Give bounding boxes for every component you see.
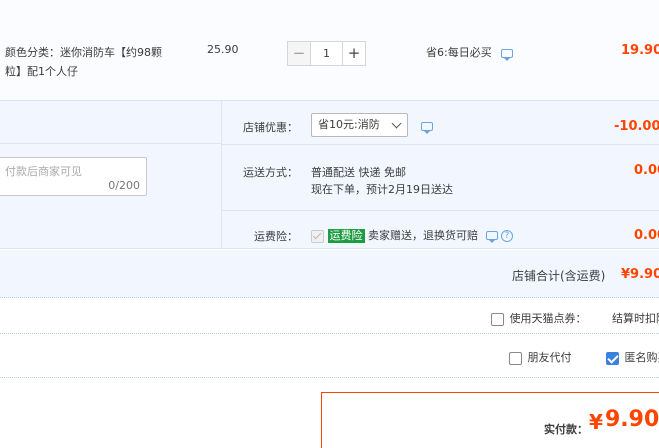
tmall-points-checkbox[interactable]	[491, 312, 504, 326]
tmall-points-label: 使用天猫点券：	[509, 312, 587, 325]
shipping-eta: 现在下单，预计2月19日送达	[311, 183, 453, 196]
chat-icon[interactable]	[421, 122, 433, 134]
sku-description: 颜色分类：迷你消防车【约98颗 粒】配1个人仔	[5, 43, 175, 81]
sku-line-2: 粒】配1个人仔	[5, 65, 78, 78]
friend-pay-label: 朋友代付	[527, 351, 572, 364]
divider	[221, 144, 659, 145]
chat-icon[interactable]	[501, 49, 514, 61]
coupon-select-value: 省10元:消防	[318, 118, 380, 131]
pay-label: 实付款：	[544, 423, 588, 436]
insurance-amount: 0.00	[634, 228, 659, 243]
promo-text: 省6:每日必买	[426, 46, 492, 59]
insurance-desc: 卖家赠送，退换货可赔	[368, 229, 478, 242]
divider	[221, 210, 659, 211]
friend-pay-checkbox[interactable]	[509, 351, 522, 365]
chevron-down-icon	[391, 118, 402, 129]
coupon-label: 店铺优惠：	[243, 121, 298, 134]
seller-memo-field[interactable]: 付款后商家可见 0/200	[0, 157, 147, 196]
tmall-points-option[interactable]: 使用天猫点券：	[491, 310, 587, 326]
friend-pay-option[interactable]: 朋友代付	[509, 349, 572, 365]
memo-placeholder: 付款后商家可见	[5, 165, 82, 178]
qty-plus-button[interactable]: +	[342, 41, 366, 66]
anonymous-checkbox[interactable]	[606, 351, 619, 365]
panel-divider	[221, 101, 222, 249]
insurance-info: 运费险 卖家赠送，退换货可赔 ?	[311, 227, 513, 243]
quantity-stepper: − 1 +	[287, 41, 366, 66]
unit-price: 25.90	[207, 43, 239, 56]
tmall-points-note: 结算时扣除	[612, 312, 659, 325]
insurance-tag: 运费险	[327, 229, 365, 243]
promo-info: 省6:每日必买	[426, 44, 514, 61]
coupon-amount: -10.00	[614, 119, 659, 134]
pay-currency: ¥	[589, 410, 603, 434]
subtotal-label: 店铺合计(含运费)	[512, 269, 606, 283]
divider	[0, 333, 659, 334]
chat-icon[interactable]	[485, 231, 498, 243]
shipping-label: 运送方式：	[243, 166, 298, 179]
help-icon[interactable]: ?	[501, 230, 513, 242]
divider	[0, 377, 659, 378]
anonymous-option[interactable]: 匿名购买	[606, 349, 659, 365]
pay-amount: 9.90	[605, 407, 659, 432]
insurance-label: 运费险：	[254, 230, 298, 243]
insurance-checkbox	[311, 229, 324, 243]
coupon-select[interactable]: 省10元:消防	[311, 113, 408, 137]
sku-line-1: 颜色分类：迷你消防车【约98颗	[5, 46, 162, 59]
qty-input[interactable]: 1	[311, 41, 342, 66]
shipping-amount: 0.00	[634, 163, 659, 178]
item-row-total: 19.90	[621, 43, 659, 58]
divider	[0, 143, 221, 144]
memo-char-count: 0/200	[108, 179, 140, 192]
shipping-method: 普通配送 快递 免邮	[311, 166, 406, 179]
qty-minus-button[interactable]: −	[287, 41, 311, 66]
shipping-info: 普通配送 快递 免邮 现在下单，预计2月19日送达	[311, 164, 453, 198]
anonymous-label: 匿名购买	[624, 351, 659, 364]
subtotal-value: ¥9.90	[621, 267, 659, 282]
